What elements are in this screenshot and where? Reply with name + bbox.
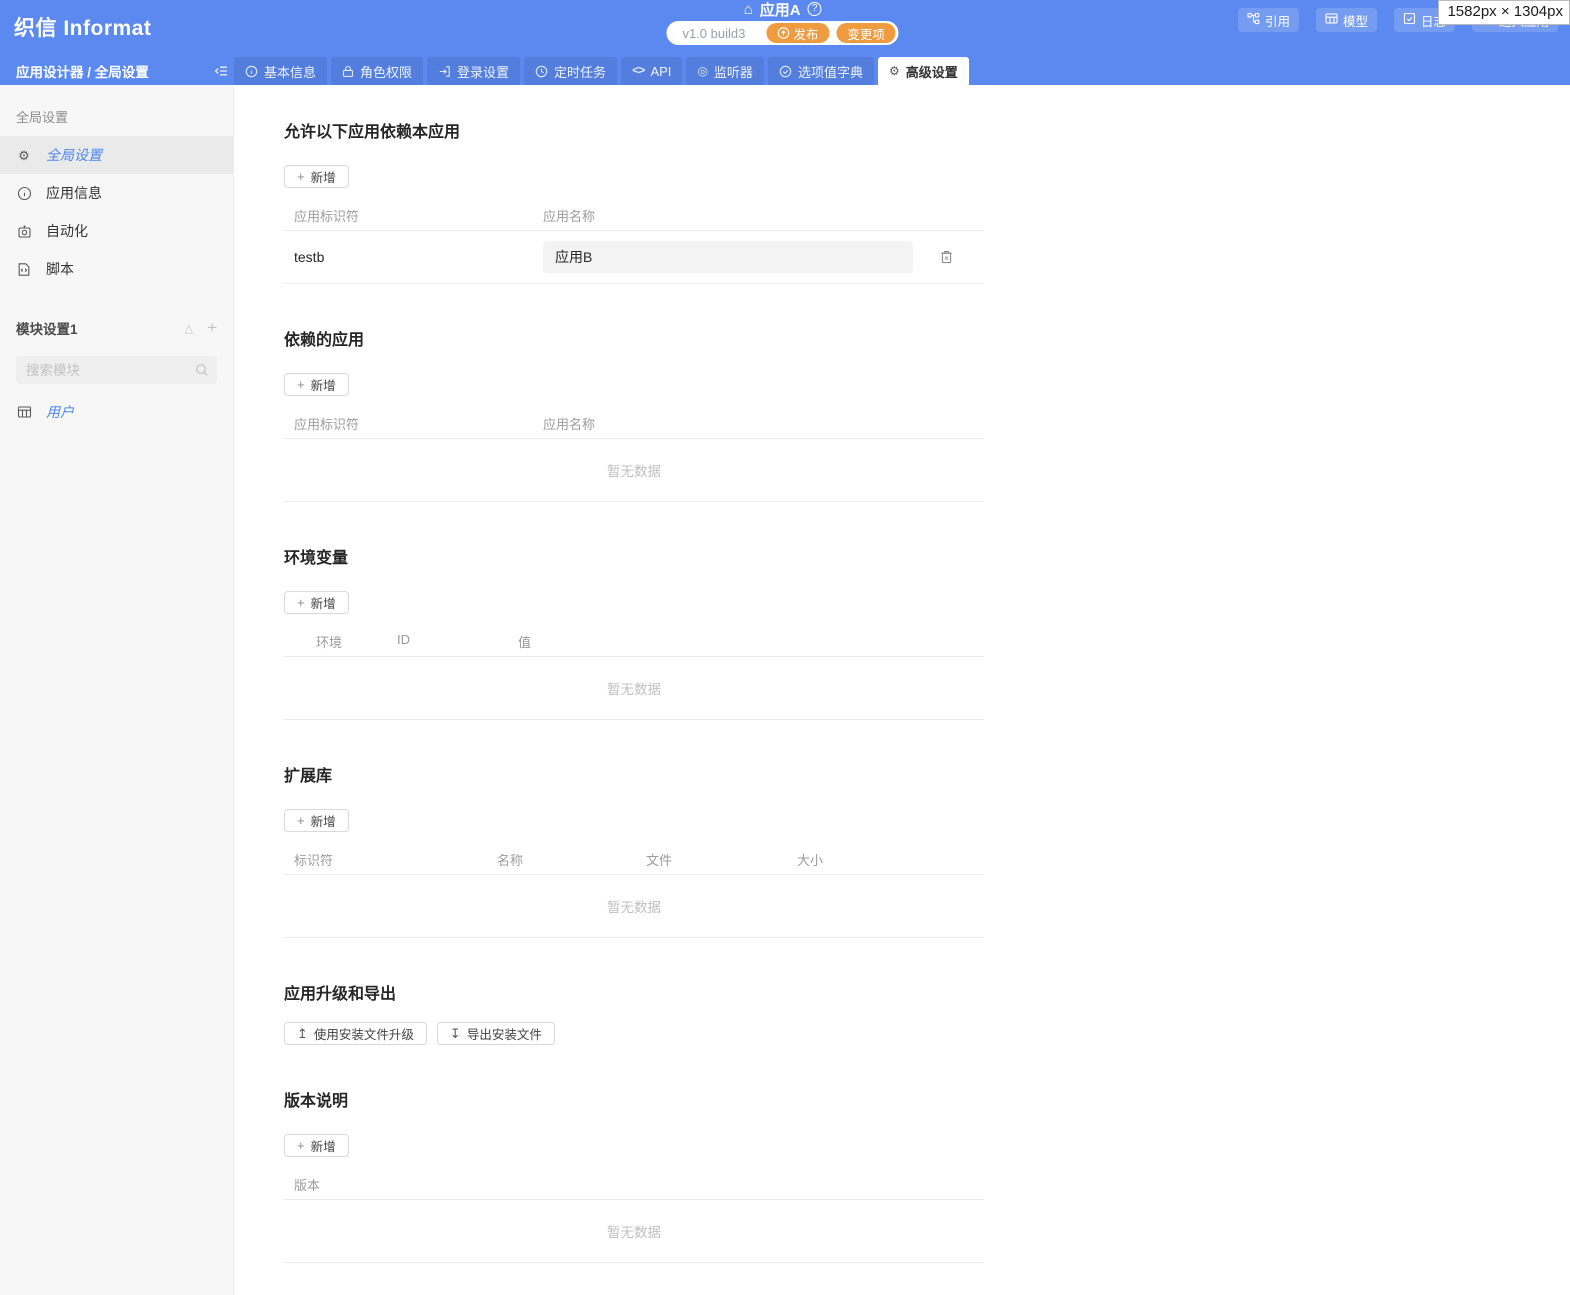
add-module-icon[interactable]: + xyxy=(207,319,217,336)
tab-scheduled-tasks[interactable]: 定时任务 xyxy=(524,57,618,85)
add-dependent-button[interactable]: + 新增 xyxy=(284,165,349,188)
upload-icon: ↥ xyxy=(297,1026,308,1041)
sidebar-item-users-module[interactable]: 用户 xyxy=(0,398,233,426)
info-icon xyxy=(245,65,258,78)
publish-cloud-icon xyxy=(777,27,790,39)
clock-icon xyxy=(535,65,548,78)
empty-data-placeholder: 暂无数据 xyxy=(284,657,984,720)
module-search xyxy=(16,356,217,384)
tab-bar: 应用设计器 / 全局设置 基本信息 角色权限 登录设置 定时任务 <> API … xyxy=(0,57,1570,85)
table-grid-icon xyxy=(1325,12,1338,28)
info-icon xyxy=(16,186,32,201)
tab-role-permissions[interactable]: 角色权限 xyxy=(331,57,424,85)
breadcrumb: 应用设计器 / 全局设置 xyxy=(16,65,149,80)
empty-data-placeholder: 暂无数据 xyxy=(284,439,984,502)
login-icon xyxy=(438,65,451,78)
code-icon: <> xyxy=(632,64,645,78)
plus-icon: + xyxy=(297,595,305,610)
plus-icon: + xyxy=(297,813,305,828)
upgrade-from-file-button[interactable]: ↥ 使用安装文件升级 xyxy=(284,1022,427,1045)
section-upgrade-export: 应用升级和导出 ↥ 使用安装文件升级 ↧ 导出安装文件 xyxy=(284,980,984,1045)
table-header: 应用标识符 应用名称 xyxy=(284,414,984,439)
help-icon[interactable]: ? xyxy=(807,2,822,16)
collapse-sidebar-icon[interactable] xyxy=(214,65,228,77)
app-name[interactable]: 应用A xyxy=(760,0,801,20)
section-extension-libraries: 扩展库 + 新增 标识符 名称 文件 大小 暂无数据 xyxy=(284,762,984,938)
section-title: 版本说明 xyxy=(284,1093,349,1110)
advanced-settings-panel: 允许以下应用依赖本应用 + 新增 应用标识符 应用名称 testb 应用B 依赖… xyxy=(234,85,1570,1295)
section-version-notes: 版本说明 + 新增 版本 暂无数据 xyxy=(284,1087,984,1263)
references-button[interactable]: 引用 xyxy=(1237,8,1299,32)
lock-icon xyxy=(342,65,354,78)
table-header: 标识符 名称 文件 大小 xyxy=(284,850,984,875)
plus-icon: + xyxy=(297,377,305,392)
table-row: testb xyxy=(284,231,984,284)
tab-login-settings[interactable]: 登录设置 xyxy=(427,57,521,85)
section-title: 扩展库 xyxy=(284,768,333,785)
viewport-size-tooltip: 1582px × 1304px xyxy=(1438,0,1570,25)
tab-advanced-settings[interactable]: ⚙ 高级设置 xyxy=(877,57,969,85)
section-dependencies: 依赖的应用 + 新增 应用标识符 应用名称 暂无数据 xyxy=(284,326,984,502)
module-group-header: 模块设置1 △ + xyxy=(16,318,217,338)
check-circle-icon xyxy=(779,65,792,78)
gear-icon: ⚙ xyxy=(888,63,900,78)
add-extension-button[interactable]: + 新增 xyxy=(284,809,349,832)
branch-icon xyxy=(1247,12,1260,28)
version-label: v1.0 build3 xyxy=(682,25,746,41)
tab-option-dictionary[interactable]: 选项值字典 xyxy=(767,57,874,85)
app-switcher: ⌂ 应用A ? v1.0 build3 发布 变更项 xyxy=(666,0,899,45)
table-header: 应用标识符 应用名称 xyxy=(284,206,984,231)
publish-button[interactable]: 发布 xyxy=(766,23,830,43)
top-bar: 织信 Informat ⌂ 应用A ? v1.0 build3 发布 变更项 引… xyxy=(0,0,1570,57)
settings-tabs: 基本信息 角色权限 登录设置 定时任务 <> API ◎ 监听器 选项值字典 ⚙… xyxy=(234,57,969,85)
delete-row-button[interactable] xyxy=(939,249,954,268)
models-button[interactable]: 模型 xyxy=(1315,8,1377,32)
gear-icon: ⚙ xyxy=(18,147,30,163)
add-env-var-button[interactable]: + 新增 xyxy=(284,591,349,614)
add-version-button[interactable]: + 新增 xyxy=(284,1134,349,1157)
download-icon: ↧ xyxy=(449,1026,461,1041)
tab-basic-info[interactable]: 基本信息 xyxy=(234,57,328,85)
add-dependency-button[interactable]: + 新增 xyxy=(284,373,349,396)
section-title: 环境变量 xyxy=(284,550,349,567)
script-file-icon xyxy=(16,262,32,277)
trash-icon xyxy=(939,249,954,268)
changes-button[interactable]: 变更项 xyxy=(836,23,896,43)
plus-icon: + xyxy=(297,1138,305,1153)
module-group-label: 模块设置1 xyxy=(16,322,78,337)
export-install-file-button[interactable]: ↧ 导出安装文件 xyxy=(436,1022,555,1045)
home-icon[interactable]: ⌂ xyxy=(744,2,753,17)
app-name-input[interactable] xyxy=(543,241,913,273)
tab-listeners[interactable]: ◎ 监听器 xyxy=(686,57,764,85)
table-icon xyxy=(16,405,32,419)
section-title: 应用升级和导出 xyxy=(284,986,397,1003)
empty-data-placeholder: 暂无数据 xyxy=(284,875,984,938)
empty-data-placeholder: 暂无数据 xyxy=(284,1200,984,1263)
tab-api[interactable]: <> API xyxy=(621,57,683,85)
search-icon xyxy=(195,363,209,382)
app-identifier-cell: testb xyxy=(294,249,325,265)
settings-sidebar: 全局设置 ⚙ 全局设置 应用信息 自动化 脚本 模块设置1 △ + 搜索模块 用… xyxy=(0,85,234,1295)
sidebar-item-scripts[interactable]: 脚本 xyxy=(0,250,233,288)
sidebar-group-label: 全局设置 xyxy=(16,110,69,125)
module-search-input[interactable] xyxy=(16,356,217,384)
section-title: 允许以下应用依赖本应用 xyxy=(284,124,461,141)
sidebar-item-global-settings[interactable]: ⚙ 全局设置 xyxy=(0,136,233,174)
plus-icon: + xyxy=(297,169,305,184)
automation-icon xyxy=(16,224,32,239)
sidebar-item-automation[interactable]: 自动化 xyxy=(0,212,233,250)
listener-icon: ◎ xyxy=(697,63,708,78)
section-allow-dependents: 允许以下应用依赖本应用 + 新增 应用标识符 应用名称 testb xyxy=(284,118,984,284)
triangle-icon[interactable]: △ xyxy=(185,322,193,335)
brand-logo: 织信 Informat xyxy=(14,17,152,40)
table-header: 环境 ID 值 xyxy=(284,632,984,657)
table-header: 版本 xyxy=(284,1175,984,1200)
version-pill: v1.0 build3 发布 变更项 xyxy=(666,21,899,45)
section-environment-variables: 环境变量 + 新增 环境 ID 值 暂无数据 xyxy=(284,544,984,720)
app-designer-window: 织信 Informat ⌂ 应用A ? v1.0 build3 发布 变更项 引… xyxy=(0,0,1570,1295)
log-icon xyxy=(1403,12,1416,28)
section-title: 依赖的应用 xyxy=(284,332,365,349)
sidebar-item-app-info[interactable]: 应用信息 xyxy=(0,174,233,212)
